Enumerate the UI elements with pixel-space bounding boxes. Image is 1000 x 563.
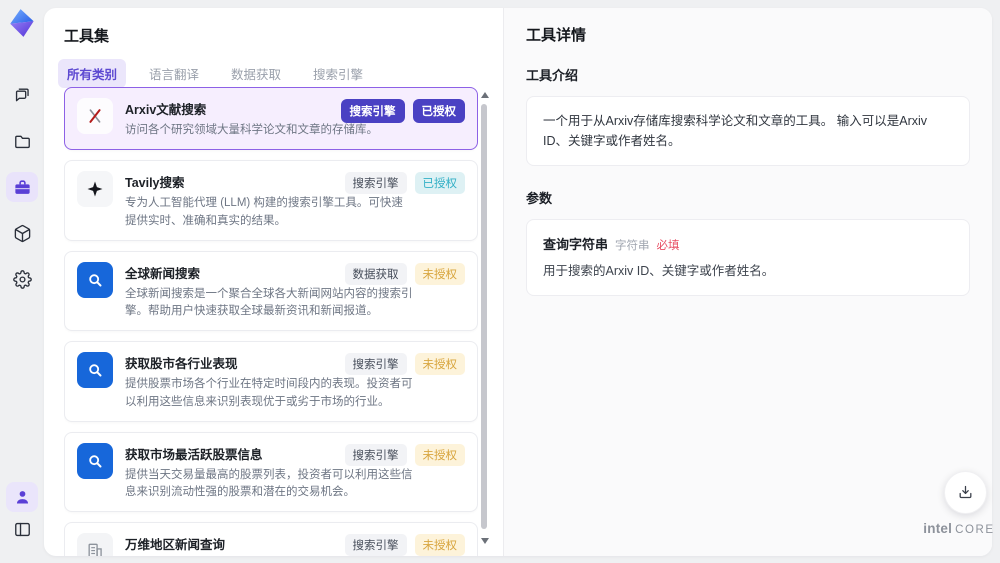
nav-chat-button[interactable] [6, 80, 38, 110]
left-rail [0, 0, 44, 563]
tab-language-translation[interactable]: 语言翻译 [140, 59, 208, 88]
gear-icon [12, 269, 32, 289]
tool-category-badge: 数据获取 [344, 262, 407, 285]
tool-list-item[interactable]: Arxiv文献搜索 访问各个研究领域大量科学论文和文章的存储库。 搜索引擎 已授… [64, 87, 478, 151]
tool-category-badge: 搜索引擎 [344, 443, 407, 466]
tool-list-item[interactable]: Tavily搜索 专为人工智能代理 (LLM) 构建的搜索引擎工具。可快速提供实… [64, 160, 478, 241]
news-search-icon [77, 261, 113, 298]
tool-status-badge: 未授权 [414, 262, 465, 285]
main-content: 工具集 所有类别 语言翻译 数据获取 搜索引擎 Arxiv文献搜索 访问各个研究领域大… [44, 8, 992, 556]
tool-list: Arxiv文献搜索 访问各个研究领域大量科学论文和文章的存储库。 搜索引擎 已授… [64, 87, 478, 556]
tab-data-fetch[interactable]: 数据获取 [222, 59, 290, 88]
tool-status-badge: 未授权 [414, 353, 465, 376]
tool-list-item[interactable]: 全球新闻搜索 全球新闻搜索是一个聚合全球各大新闻网站内容的搜索引擎。帮助用户快速… [64, 250, 478, 332]
nav-files-button[interactable] [6, 126, 38, 156]
cube-icon [14, 224, 30, 242]
intro-card: 一个用于从Arxiv存储库搜索科学论文和文章的工具。 输入可以是Arxiv ID… [526, 96, 970, 166]
tool-list-item[interactable]: 获取市场最活跃股票信息 提供当天交易量最高的股票列表，投资者可以利用这些信息来识… [64, 431, 478, 513]
scrollbar-thumb[interactable] [481, 104, 487, 529]
tool-status-badge: 未授权 [414, 534, 465, 556]
tool-list-panel: 工具集 所有类别 语言翻译 数据获取 搜索引擎 Arxiv文献搜索 访问各个研究领域大… [44, 8, 503, 556]
tool-category-badge: 搜索引擎 [344, 172, 407, 195]
intel-core-logo: intel CORE [923, 521, 995, 536]
news-search-icon [77, 352, 113, 389]
tool-list-item[interactable]: 获取股市各行业表现 提供股票市场各个行业在特定时间段内的表现。投资者可以利用这些… [64, 341, 478, 422]
arxiv-icon [77, 98, 113, 134]
scrollbar-down-arrow[interactable] [481, 538, 489, 544]
intro-heading: 工具介绍 [526, 68, 579, 83]
briefcase-icon [14, 179, 30, 194]
category-tabs: 所有类别 语言翻译 数据获取 搜索引擎 [58, 59, 503, 88]
news-search-icon [77, 442, 113, 479]
tool-status-badge: 未授权 [414, 443, 465, 466]
tool-description: 专为人工智能代理 (LLM) 构建的搜索引擎工具。可快速提供实时、准确和真实的结… [125, 197, 403, 227]
nav-settings-button[interactable] [6, 264, 38, 294]
tavily-icon [77, 171, 113, 208]
download-button[interactable] [944, 471, 987, 514]
params-heading: 参数 [526, 191, 553, 206]
param-required-badge: 必填 [656, 240, 680, 252]
panel-toggle-icon [14, 522, 30, 536]
param-description: 用于搜索的Arxiv ID、关键字或作者姓名。 [543, 264, 775, 278]
nav-packages-button[interactable] [6, 218, 38, 248]
tool-detail-panel: 工具详情 工具介绍 一个用于从Arxiv存储库搜索科学论文和文章的工具。 输入可… [504, 8, 992, 556]
tool-description: 提供当天交易量最高的股票列表，投资者可以利用这些信息来识别流动性强的股票和潜在的… [125, 468, 413, 498]
building-icon [77, 533, 113, 556]
tool-description: 提供股票市场各个行业在特定时间段内的表现。投资者可以利用这些信息来识别表现优于或… [125, 378, 413, 408]
tool-category-badge: 搜索引擎 [340, 99, 405, 123]
intro-text: 一个用于从Arxiv存储库搜索科学论文和文章的工具。 输入可以是Arxiv ID… [543, 114, 928, 148]
tab-search-engine[interactable]: 搜索引擎 [304, 59, 372, 88]
download-icon [959, 485, 972, 499]
tool-description: 全球新闻搜索是一个聚合全球各大新闻网站内容的搜索引擎。帮助用户快速获取全球最新资… [125, 287, 413, 317]
tool-list-item[interactable]: 万维地区新闻查询 查询具体行政区划内的新闻，快速了解各地新闻动 搜索引擎 未授权 [64, 522, 478, 556]
panel-toggle-button[interactable] [6, 514, 38, 544]
param-name: 查询字符串 [543, 237, 609, 252]
param-card: 查询字符串 字符串 必填 用于搜索的Arxiv ID、关键字或作者姓名。 [526, 219, 970, 296]
tab-all-categories[interactable]: 所有类别 [58, 59, 127, 88]
user-profile-button[interactable] [6, 482, 38, 512]
detail-title: 工具详情 [526, 27, 587, 44]
chat-icon [15, 87, 29, 101]
tool-category-badge: 搜索引擎 [344, 534, 407, 556]
folder-icon [14, 135, 30, 148]
nav-tools-button[interactable] [6, 172, 38, 202]
tool-status-badge: 已授权 [414, 172, 465, 195]
param-type: 字符串 [615, 240, 650, 252]
page-title: 工具集 [64, 28, 110, 45]
scrollbar-up-arrow[interactable] [481, 92, 489, 98]
person-icon [16, 490, 28, 503]
tool-status-badge: 已授权 [412, 99, 465, 123]
app-window: 工具集 所有类别 语言翻译 数据获取 搜索引擎 Arxiv文献搜索 访问各个研究领域大… [0, 0, 1000, 563]
tool-description: 访问各个研究领域大量科学论文和文章的存储库。 [125, 124, 378, 136]
tool-category-badge: 搜索引擎 [344, 353, 407, 376]
app-logo-icon [7, 8, 37, 38]
